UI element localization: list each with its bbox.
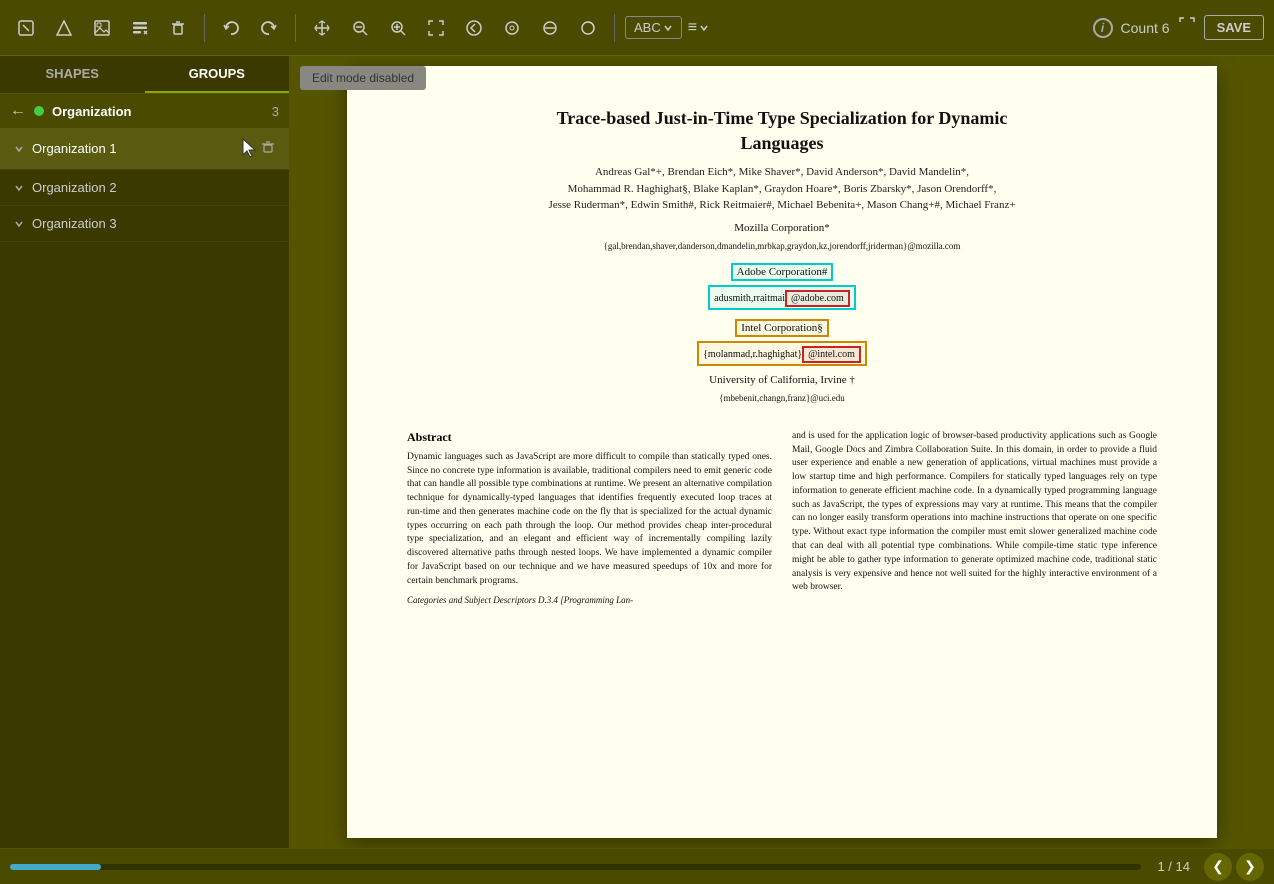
tab-groups[interactable]: GROUPS <box>145 56 290 93</box>
shape-tool[interactable] <box>48 12 80 44</box>
intel-name-highlight: Intel Corporation§ <box>735 319 829 337</box>
org-adobe: Adobe Corporation# adusmith,rraitmai@ado… <box>407 262 1157 310</box>
prev-page-button[interactable]: ❮ <box>1204 853 1232 881</box>
group-item-label-3: Organization 3 <box>32 216 279 231</box>
redo-tool[interactable] <box>253 12 285 44</box>
prev-page-tool[interactable] <box>458 12 490 44</box>
group-item-3[interactable]: Organization 3 <box>0 206 289 242</box>
brush-tool[interactable] <box>572 12 604 44</box>
groups-header-label: Organization <box>52 104 264 119</box>
hamburger-label: ≡ <box>688 19 697 37</box>
fit-tool[interactable] <box>420 12 452 44</box>
circle-tool[interactable] <box>496 12 528 44</box>
edit-tool[interactable] <box>124 12 156 44</box>
doc-authors: Andreas Gal*+, Brendan Eich*, Mike Shave… <box>407 164 1157 214</box>
toolbar: ABC ≡ i Count 6 SAVE <box>0 0 1274 56</box>
toolbar-right: i Count 6 SAVE <box>1093 15 1264 40</box>
doc-scroll[interactable]: Trace-based Just-in-Time Type Specializa… <box>290 56 1274 848</box>
zoom-in-tool[interactable] <box>382 12 414 44</box>
hamburger-menu[interactable]: ≡ <box>688 19 709 37</box>
adobe-name-highlight: Adobe Corporation# <box>731 263 834 281</box>
abstract-left-col: Abstract Dynamic languages such as JavaS… <box>407 430 772 605</box>
info-icon: i <box>1093 18 1113 38</box>
adobe-email-red: @adobe.com <box>785 290 850 307</box>
progress-track <box>10 864 1141 870</box>
chevron-3[interactable] <box>14 219 24 229</box>
group-item-label-2: Organization 2 <box>32 180 279 195</box>
group-item-2[interactable]: Organization 2 <box>0 170 289 206</box>
doc-title: Trace-based Just-in-Time Type Specializa… <box>407 106 1157 156</box>
org-dot <box>34 106 44 116</box>
adobe-email-highlight: adusmith,rraitmai@adobe.com <box>708 285 856 310</box>
sidebar: SHAPES GROUPS ← Organization 3 Organizat… <box>0 56 290 848</box>
separator-3 <box>614 14 615 42</box>
undo-tool[interactable] <box>215 12 247 44</box>
page-info: 1 / 14 <box>1157 859 1190 874</box>
org-intel: Intel Corporation§ {molanmad,r.haghighat… <box>407 318 1157 366</box>
group-item-1[interactable]: Organization 1 <box>0 128 289 170</box>
count-button[interactable]: Count 6 <box>1121 20 1170 36</box>
select-tool[interactable] <box>10 12 42 44</box>
abc-label: ABC <box>634 20 661 35</box>
org-uci: University of California, Irvine † {mbeb… <box>407 374 1157 406</box>
progress-fill <box>10 864 101 870</box>
chevron-2[interactable] <box>14 183 24 193</box>
zoom-out-tool[interactable] <box>344 12 376 44</box>
delete-tool[interactable] <box>162 12 194 44</box>
save-button[interactable]: SAVE <box>1204 15 1264 40</box>
doc-area: Edit mode disabled Trace-based Just-in-T… <box>290 56 1274 848</box>
tab-shapes[interactable]: SHAPES <box>0 56 145 93</box>
edit-mode-bar: Edit mode disabled <box>300 66 426 90</box>
back-button[interactable]: ← <box>10 102 26 120</box>
image-tool[interactable] <box>86 12 118 44</box>
groups-header[interactable]: ← Organization 3 <box>0 94 289 128</box>
expand-button[interactable] <box>1178 16 1196 39</box>
abc-dropdown[interactable]: ABC <box>625 16 682 39</box>
move-tool[interactable] <box>306 12 338 44</box>
separator-1 <box>204 14 205 42</box>
next-page-button[interactable]: ❯ <box>1236 853 1264 881</box>
org-mozilla: Mozilla Corporation* {gal,brendan,shaver… <box>407 222 1157 254</box>
chevron-1[interactable] <box>14 144 24 154</box>
intel-email-red: @intel.com <box>802 346 861 363</box>
clear-tool[interactable] <box>534 12 566 44</box>
group-item-label-1: Organization 1 <box>32 141 257 156</box>
separator-2 <box>295 14 296 42</box>
bottom-bar: 1 / 14 ❮ ❯ <box>0 848 1274 884</box>
groups-header-count: 3 <box>272 104 279 119</box>
intel-email-highlight: {molanmad,r.haghighat}@intel.com <box>697 341 867 366</box>
sidebar-tabs: SHAPES GROUPS <box>0 56 289 94</box>
abstract-right-col: and is used for the application logic of… <box>792 430 1157 605</box>
document-page: Trace-based Just-in-Time Type Specializa… <box>347 66 1217 838</box>
abstract-section: Abstract Dynamic languages such as JavaS… <box>407 430 1157 605</box>
delete-button-1[interactable] <box>257 138 279 159</box>
count-label: Count 6 <box>1121 20 1170 36</box>
main-area: SHAPES GROUPS ← Organization 3 Organizat… <box>0 56 1274 848</box>
